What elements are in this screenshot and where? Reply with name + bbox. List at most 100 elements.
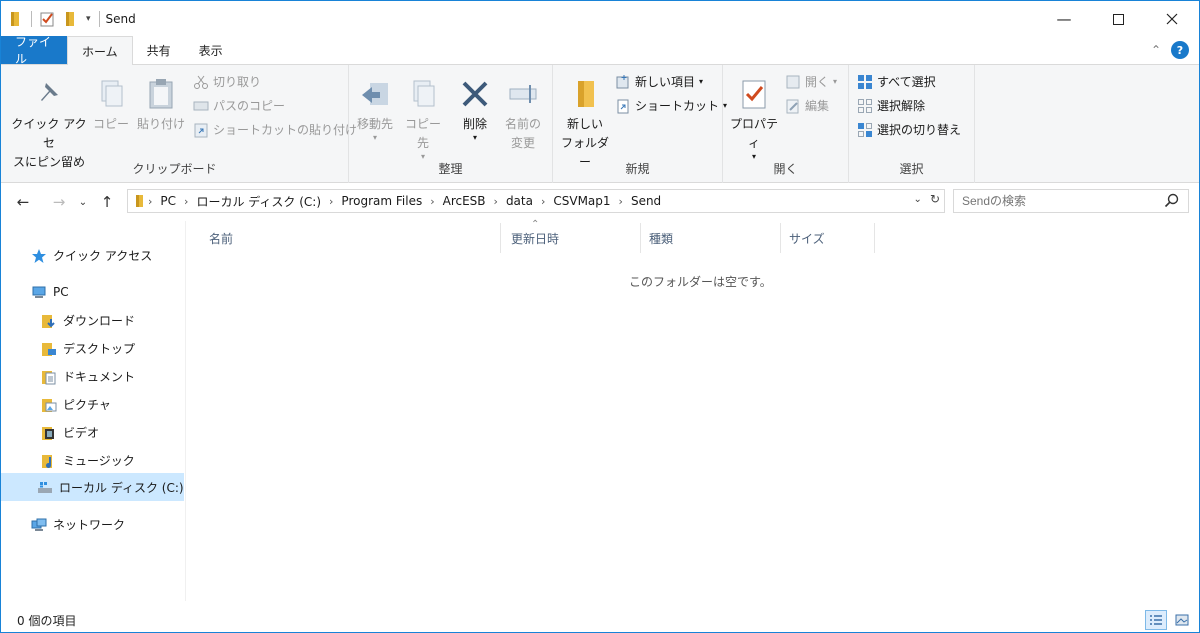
new-folder-button[interactable]: 新しい フォルダー [557,77,613,172]
column-header-name[interactable]: 名前 [201,223,501,253]
search-box[interactable] [953,189,1189,213]
help-icon[interactable]: ? [1171,41,1189,59]
paste-button[interactable]: 貼り付け [135,77,187,134]
breadcrumb-separator-icon[interactable]: › [492,195,500,208]
open-label: 開く [805,75,830,89]
ribbon-right-controls: ⌃ ? [1151,41,1189,59]
details-view-icon [1150,615,1162,625]
breadcrumb-separator-icon[interactable]: › [539,195,547,208]
minimize-button[interactable]: — [1037,1,1091,37]
invert-selection-icon [858,122,872,137]
invert-selection-button[interactable]: 選択の切り替え [857,121,961,138]
copy-path-button[interactable]: パスのコピー [193,97,285,114]
ribbon-tabs: ファイル ホーム 共有 表示 ⌃ ? [1,35,1199,66]
organize-group: 移動先 ▾ コピー先 ▾ 削除 ▾ 名前の 変更 整理 [349,65,553,183]
customize-toolbar-dropdown[interactable]: ▾ [86,14,91,24]
edit-button[interactable]: 編集 [785,97,829,114]
title-bar: ▾ Send — [1,1,1199,37]
rename-button[interactable]: 名前の 変更 [501,77,545,153]
nav-item-network[interactable]: ネットワーク [31,516,125,533]
up-arrow-icon[interactable]: ↑ [95,193,119,211]
large-icons-view-button[interactable] [1171,610,1193,630]
rename-icon [509,85,537,103]
search-icon[interactable] [1164,193,1180,209]
new-folder-label-1: 新しい [566,117,603,131]
properties-icon [742,80,766,109]
breadcrumb-item[interactable]: ローカル ディスク (C:) [190,193,327,210]
new-folder-icon [578,81,594,107]
breadcrumb-separator-icon[interactable]: › [617,195,625,208]
nav-item-pc[interactable]: PC [31,284,69,300]
delete-button[interactable]: 削除 ▾ [455,77,495,142]
move-to-button[interactable]: 移動先 ▾ [355,77,395,142]
column-header-type[interactable]: 種類 [641,223,781,253]
clipboard-group: クイック アクセ スにピン留め コピー 貼り付け 切り取り パスのコピー ショー… [1,65,357,183]
collapse-ribbon-icon[interactable]: ⌃ [1151,43,1161,57]
nav-item-quick-access[interactable]: クイック アクセス [31,247,152,264]
select-none-button[interactable]: 選択解除 [857,97,925,114]
details-view-button[interactable] [1145,610,1167,630]
recent-locations-dropdown-icon[interactable]: ⌄ [71,197,95,208]
refresh-icon[interactable]: ↻ [930,192,940,206]
nav-item-local-disk[interactable]: ローカル ディスク (C:) [1,473,184,501]
back-arrow-icon[interactable]: ← [11,193,35,211]
edit-icon [786,99,799,113]
folder-icon [11,12,19,26]
nav-item-documents[interactable]: ドキュメント [41,368,135,385]
disk-drive-icon [38,482,52,493]
properties-check-icon[interactable] [40,11,56,27]
close-icon [1166,13,1178,25]
select-all-icon [858,74,872,89]
breadcrumb: › PC › ローカル ディスク (C:) › Program Files › ArcESB ›… [146,193,667,210]
breadcrumb-separator-icon[interactable]: › [146,195,154,208]
nav-item-music[interactable]: ミュージック [41,452,135,469]
breadcrumb-item[interactable]: Send [625,194,667,208]
paste-label: 貼り付け [136,117,185,131]
breadcrumb-item[interactable]: data [500,194,539,208]
tab-share[interactable]: 共有 [133,37,185,64]
copy-button[interactable]: コピー [93,77,129,134]
close-button[interactable] [1145,1,1199,37]
window-title: Send [105,12,136,26]
edit-label: 編集 [805,99,830,113]
nav-item-desktop[interactable]: デスクトップ [41,340,135,357]
breadcrumb-separator-icon[interactable]: › [327,195,335,208]
maximize-button[interactable] [1091,1,1145,37]
nav-item-videos[interactable]: ビデオ [41,424,99,441]
breadcrumb-item[interactable]: CSVMap1 [547,194,616,208]
select-all-button[interactable]: すべて選択 [857,73,936,90]
forward-arrow-icon[interactable]: → [47,193,71,211]
nav-item-downloads[interactable]: ダウンロード [41,312,135,329]
view-buttons [1145,610,1193,630]
nav-label: ドキュメント [63,370,136,384]
window-controls: — [1037,1,1199,37]
shortcut-button[interactable]: ショートカット ▾ [615,97,727,114]
open-button[interactable]: 開く ▾ [785,73,837,90]
new-folder-icon[interactable] [64,11,78,27]
new-item-button[interactable]: 新しい項目 ▾ [615,73,703,90]
nav-label: ミュージック [63,454,135,468]
properties-button[interactable]: プロパティ ▾ [727,77,781,161]
address-dropdown-icon[interactable]: ⌄ [914,194,922,205]
star-icon [32,248,46,263]
pin-quick-access-button[interactable]: クイック アクセ スにピン留め [9,77,89,172]
tab-view[interactable]: 表示 [185,37,237,64]
breadcrumb-item[interactable]: Program Files [335,194,428,208]
tab-file[interactable]: ファイル [1,35,67,66]
address-bar[interactable]: › PC › ローカル ディスク (C:) › Program Files › ArcESB ›… [127,189,945,213]
nav-label: ローカル ディスク (C:) [59,480,184,495]
breadcrumb-separator-icon[interactable]: › [428,195,436,208]
breadcrumb-item[interactable]: ArcESB [437,194,492,208]
breadcrumb-separator-icon[interactable]: › [182,195,190,208]
cut-button[interactable]: 切り取り [193,73,261,90]
nav-item-pictures[interactable]: ピクチャ [41,396,111,413]
open-group-label: 開く [773,162,798,176]
copy-to-button[interactable]: コピー先 ▾ [401,77,445,161]
breadcrumb-item[interactable]: PC [154,194,182,208]
column-header-size[interactable]: サイズ [781,223,875,253]
paste-shortcut-button[interactable]: ショートカットの貼り付け [193,121,357,138]
column-header-modified[interactable]: 更新日時 [503,223,641,253]
search-input[interactable] [962,194,1152,208]
desktop-icon [42,342,56,356]
tab-home[interactable]: ホーム [67,36,133,65]
